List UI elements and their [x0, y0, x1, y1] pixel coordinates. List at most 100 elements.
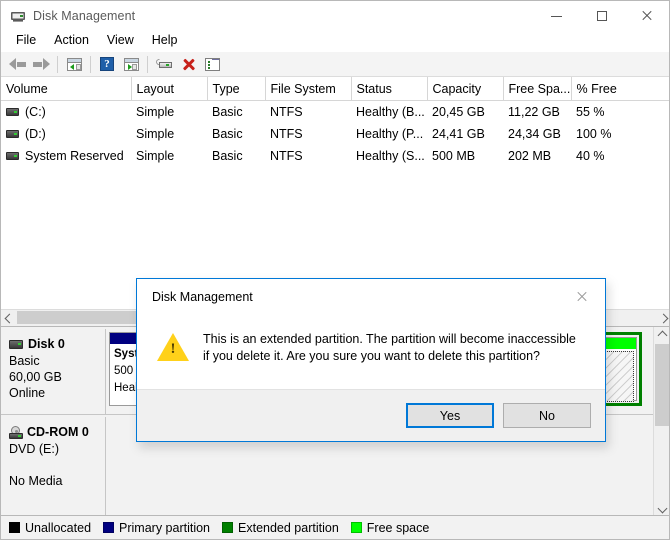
disk-management-window: Disk Management File Action View Help ?: [0, 0, 670, 540]
cell-volume: System Reserved: [1, 145, 131, 167]
title-bar: Disk Management: [1, 1, 669, 31]
cell-capacity: 24,41 GB: [432, 127, 485, 141]
help-button[interactable]: ?: [96, 54, 118, 75]
yes-button[interactable]: Yes: [406, 403, 494, 428]
disk-info-disk0[interactable]: Disk 0 Basic 60,00 GB Online: [1, 329, 106, 414]
column-header-free-space[interactable]: Free Spa...: [503, 77, 572, 101]
show-hide-console-tree-icon: [66, 57, 82, 71]
cell-free-space: 24,34 GB: [508, 127, 561, 141]
cell-capacity: 20,45 GB: [432, 105, 485, 119]
chevron-down-icon: [657, 503, 668, 514]
forward-button[interactable]: [30, 54, 52, 75]
cell-layout: Simple: [136, 127, 175, 141]
dialog-title-bar: Disk Management: [137, 279, 605, 315]
menu-help[interactable]: Help: [143, 31, 187, 49]
disk-icon: [9, 339, 23, 349]
column-header-status[interactable]: Status: [351, 77, 428, 101]
minimize-icon: [551, 15, 562, 17]
table-header-row: Volume Layout Type File System Status Ca…: [1, 77, 669, 101]
scroll-up-button[interactable]: [654, 327, 669, 344]
scroll-track[interactable]: [654, 344, 669, 500]
cdrom-icon: [9, 425, 24, 439]
dialog-body: ! This is an extended partition. The par…: [137, 315, 605, 389]
minimize-button[interactable]: [534, 1, 579, 31]
legend-label-unallocated: Unallocated: [25, 520, 92, 535]
cell-layout: Simple: [136, 149, 175, 163]
column-header-type[interactable]: Type: [207, 77, 266, 101]
volume-name: System Reserved: [25, 149, 124, 163]
toolbar-separator: [147, 55, 148, 73]
dialog-message: This is an extended partition. The parti…: [203, 332, 576, 363]
column-header-volume[interactable]: Volume: [1, 77, 132, 101]
back-button[interactable]: [6, 54, 28, 75]
cell-file-system: NTFS: [270, 127, 303, 141]
dialog-title: Disk Management: [152, 290, 253, 304]
close-button[interactable]: [624, 1, 669, 31]
menu-action[interactable]: Action: [45, 31, 98, 49]
disk-type: Basic: [9, 354, 40, 368]
chevron-right-icon: [658, 313, 668, 323]
confirm-delete-partition-dialog: Disk Management ! This is an extended pa…: [136, 278, 606, 442]
disk-size: 60,00 GB: [9, 370, 62, 384]
cell-free-space: 11,22 GB: [508, 105, 560, 119]
scroll-right-button[interactable]: [655, 310, 669, 326]
legend-swatch-free-space: [350, 522, 362, 533]
drive-icon: [6, 108, 19, 116]
chevron-left-icon: [4, 313, 14, 323]
cdrom-spacer: [9, 457, 105, 473]
legend-item-unallocated: Unallocated: [9, 521, 91, 535]
cell-layout: Simple: [136, 105, 175, 119]
scroll-left-button[interactable]: [1, 310, 17, 326]
cell-capacity: 500 MB: [432, 149, 476, 163]
table-row[interactable]: (C:) Simple Basic NTFS Healthy (B... 20,…: [1, 101, 669, 124]
properties-icon: [204, 57, 220, 71]
menu-file[interactable]: File: [7, 31, 45, 49]
properties-button[interactable]: [201, 54, 223, 75]
cell-type: Basic: [212, 105, 243, 119]
dialog-close-button[interactable]: [560, 282, 604, 312]
cell-status: Healthy (S...: [356, 149, 425, 163]
column-header-percent-free[interactable]: % Free: [571, 77, 669, 101]
no-button[interactable]: No: [503, 403, 591, 428]
cdrom-state: No Media: [9, 474, 63, 488]
rescan-disks-button[interactable]: [153, 54, 175, 75]
warning-icon: !: [157, 333, 189, 362]
window-title: Disk Management: [33, 9, 136, 23]
disk-state: Online: [9, 386, 46, 400]
cell-status: Healthy (P...: [356, 127, 424, 141]
disk-pane-vertical-scrollbar[interactable]: [653, 327, 669, 516]
legend-item-primary-partition: Primary partition: [103, 521, 210, 535]
forward-icon: [32, 57, 50, 71]
show-hide-action-pane-button[interactable]: [120, 54, 142, 75]
disk-info-cdrom0[interactable]: CD-ROM 0 DVD (E:) No Media: [1, 417, 106, 515]
legend-label-extended-partition: Extended partition: [238, 520, 339, 535]
legend-swatch-primary-partition: [103, 522, 115, 533]
legend-label-primary-partition: Primary partition: [119, 520, 211, 535]
cell-status: Healthy (B...: [356, 105, 425, 119]
cell-volume: (D:): [1, 123, 131, 145]
scroll-down-button[interactable]: [654, 500, 669, 516]
maximize-icon: [596, 11, 607, 21]
volume-name: (D:): [25, 127, 46, 141]
drive-icon: [6, 130, 19, 138]
delete-volume-button[interactable]: [177, 54, 199, 75]
rescan-disks-icon: [154, 57, 173, 71]
legend-item-free-space: Free space: [350, 520, 430, 535]
delete-volume-icon: [181, 57, 196, 72]
column-header-file-system[interactable]: File System: [265, 77, 352, 101]
show-hide-console-tree-button[interactable]: [63, 54, 85, 75]
cdrom-type: DVD (E:): [9, 442, 59, 456]
menu-view[interactable]: View: [98, 31, 143, 49]
legend-label-free-space: Free space: [366, 520, 430, 535]
chevron-up-icon: [657, 330, 668, 341]
column-header-layout[interactable]: Layout: [131, 77, 208, 101]
cell-percent-free: 40 %: [576, 149, 605, 163]
column-header-capacity[interactable]: Capacity: [427, 77, 504, 101]
volume-name: (C:): [25, 105, 46, 119]
scroll-thumb[interactable]: [655, 344, 669, 426]
disk-management-icon: [10, 8, 26, 24]
table-row[interactable]: System Reserved Simple Basic NTFS Health…: [1, 145, 669, 167]
toolbar-separator: [90, 55, 91, 73]
maximize-button[interactable]: [579, 1, 624, 31]
table-row[interactable]: (D:) Simple Basic NTFS Healthy (P... 24,…: [1, 123, 669, 145]
